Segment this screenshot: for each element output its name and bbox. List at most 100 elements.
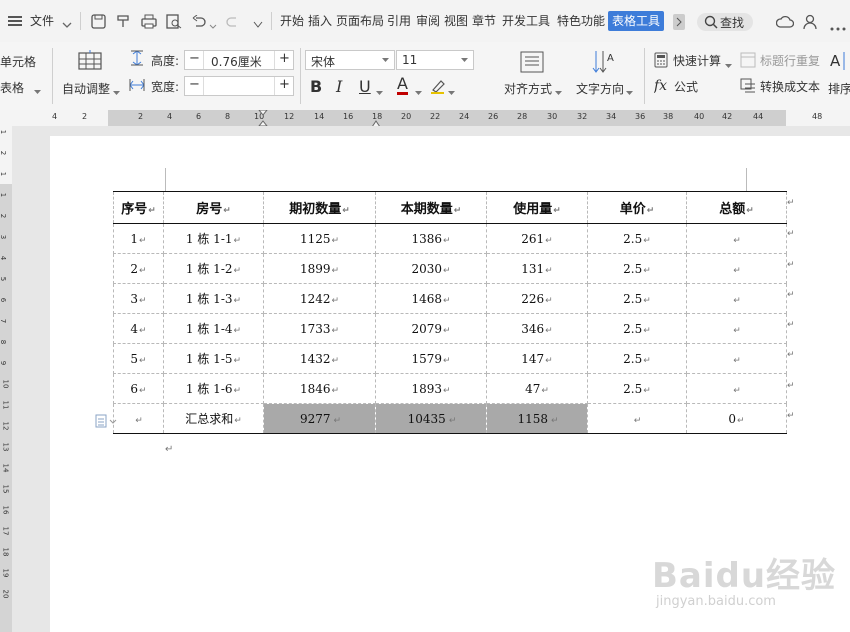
cell-total[interactable]: 0↵ (686, 403, 787, 434)
vertical-ruler[interactable]: 1 2 1 1 2 3 4 5 6 7 8 9 10 11 12 13 14 15 16 17 18 19 20 (0, 126, 12, 632)
increase-height-button[interactable]: + (279, 51, 290, 66)
cell-total[interactable]: ↵ (686, 223, 787, 254)
height-value[interactable]: 0.76厘米 (211, 53, 262, 70)
increase-width-button[interactable]: + (279, 77, 290, 92)
chevron-down-icon[interactable] (725, 58, 732, 72)
cell-unit-price[interactable]: 2.5↵ (587, 373, 687, 404)
align-button[interactable]: 对齐方式 (504, 80, 552, 97)
auto-adjust-button[interactable]: 自动调整 (62, 80, 110, 97)
hamburger-menu-icon[interactable] (8, 15, 22, 27)
horizontal-ruler[interactable]: 4 2 2 4 6 8 10 12 14 16 18 20 22 24 26 28 30 32 34 36 38 40 42… (0, 109, 850, 128)
decrease-width-button[interactable]: − (189, 77, 200, 92)
alignment-icon[interactable] (520, 51, 544, 76)
text-direction-icon[interactable]: A (592, 49, 616, 78)
cell-usage[interactable]: 261↵ (486, 223, 588, 254)
cell-unit-price[interactable]: 2.5↵ (587, 253, 687, 284)
chevron-down-icon[interactable] (555, 85, 562, 99)
bold-button[interactable]: B (310, 77, 322, 96)
cell-unit-price[interactable]: 2.5↵ (587, 343, 687, 374)
cell-button[interactable]: 单元格 (0, 53, 36, 70)
cell-room[interactable]: 1 栋 1-4↵ (163, 313, 264, 344)
convert-to-text-button[interactable]: 转换成文本 (760, 78, 820, 95)
header-cell-index[interactable]: 序号↵ (113, 191, 164, 224)
title-repeat-button[interactable]: 标题行重复 (760, 52, 820, 69)
chevron-down-icon[interactable] (34, 84, 41, 98)
cell-usage[interactable]: 131↵ (486, 253, 588, 284)
height-stepper[interactable]: − 0.76厘米 + (184, 50, 294, 70)
cell-opening-qty[interactable]: 9277 ↵ (263, 403, 376, 434)
quick-calc-button[interactable]: 快速计算 (673, 52, 721, 69)
cell-total[interactable]: ↵ (686, 253, 787, 284)
font-name-select[interactable]: 宋体 (305, 50, 395, 70)
cell-opening-qty[interactable]: 1432↵ (263, 343, 376, 374)
sort-button[interactable]: 排序 (828, 80, 850, 97)
cell-index[interactable]: 6↵ (113, 373, 164, 404)
cell-total[interactable]: ↵ (686, 283, 787, 314)
underline-button[interactable]: U (359, 77, 371, 96)
cell-room[interactable]: 1 栋 1-2↵ (163, 253, 264, 284)
tab-section[interactable]: 章节 (472, 11, 496, 31)
cell-index[interactable]: ↵ (113, 403, 164, 434)
cell-unit-price[interactable]: 2.5↵ (587, 283, 687, 314)
chevron-down-icon[interactable] (448, 85, 455, 99)
save-icon[interactable] (91, 14, 106, 32)
cell-index[interactable]: 5↵ (113, 343, 164, 374)
table-handle-icon[interactable] (95, 414, 117, 431)
chevron-down-icon[interactable] (209, 19, 217, 33)
cell-current-qty[interactable]: 1468↵ (375, 283, 487, 314)
cell-current-qty[interactable]: 1386↵ (375, 223, 487, 254)
more-tabs-icon[interactable] (673, 14, 685, 30)
font-color-button[interactable]: A (397, 76, 408, 95)
cell-room[interactable]: 1 栋 1-1↵ (163, 223, 264, 254)
share-user-icon[interactable] (803, 14, 819, 33)
cell-opening-qty[interactable]: 1242↵ (263, 283, 376, 314)
cell-usage[interactable]: 346↵ (486, 313, 588, 344)
italic-button[interactable]: I (336, 77, 342, 96)
cell-opening-qty[interactable]: 1846↵ (263, 373, 376, 404)
cell-unit-price[interactable]: 2.5↵ (587, 313, 687, 344)
chevron-down-icon[interactable] (62, 18, 72, 32)
cell-total[interactable]: ↵ (686, 373, 787, 404)
cell-index[interactable]: 3↵ (113, 283, 164, 314)
sort-icon[interactable]: A (830, 50, 850, 77)
redo-icon[interactable] (226, 15, 240, 31)
cell-opening-qty[interactable]: 1125↵ (263, 223, 376, 254)
cloud-sync-icon[interactable] (775, 15, 795, 32)
search-box[interactable]: 查找 (697, 13, 753, 31)
header-cell-unit-price[interactable]: 单价↵ (587, 191, 687, 224)
chevron-down-icon[interactable] (376, 85, 383, 99)
cell-current-qty[interactable]: 1579↵ (375, 343, 487, 374)
header-cell-total[interactable]: 总额↵ (686, 191, 787, 224)
cell-room[interactable]: 1 栋 1-6↵ (163, 373, 264, 404)
auto-adjust-icon[interactable] (78, 50, 102, 75)
cell-usage[interactable]: 47↵ (486, 373, 588, 404)
more-options-icon[interactable] (830, 20, 846, 34)
cell-current-qty[interactable]: 10435 ↵ (375, 403, 487, 434)
convert-to-text-icon[interactable] (740, 78, 756, 97)
decrease-height-button[interactable]: − (189, 51, 200, 66)
cell-unit-price[interactable]: ↵ (587, 403, 687, 434)
title-repeat-icon[interactable] (740, 52, 756, 71)
tab-developer[interactable]: 开发工具 (502, 11, 550, 31)
header-cell-room[interactable]: 房号↵ (163, 191, 264, 224)
cell-room[interactable]: 1 栋 1-5↵ (163, 343, 264, 374)
cell-total[interactable]: ↵ (686, 343, 787, 374)
font-size-select[interactable]: 11 (396, 50, 474, 70)
formula-icon[interactable]: fx (653, 77, 672, 96)
cell-room[interactable]: 1 栋 1-3↵ (163, 283, 264, 314)
cell-unit-price[interactable]: 2.5↵ (587, 223, 687, 254)
cell-index[interactable]: 1↵ (113, 223, 164, 254)
cell-current-qty[interactable]: 2030↵ (375, 253, 487, 284)
cell-index[interactable]: 4↵ (113, 313, 164, 344)
tab-review[interactable]: 审阅 (416, 11, 440, 31)
cell-opening-qty[interactable]: 1899↵ (263, 253, 376, 284)
tab-view[interactable]: 视图 (444, 11, 468, 31)
cell-total[interactable]: ↵ (686, 313, 787, 344)
undo-icon[interactable] (192, 14, 206, 31)
file-menu[interactable]: 文件 (30, 11, 54, 31)
data-table[interactable]: 序号↵ 房号↵ 期初数量↵ 本期数量↵ 使用量↵ 单价↵ 总额↵ 1↵ 1 栋 1… (113, 191, 787, 434)
tab-references[interactable]: 引用 (387, 11, 411, 31)
formula-button[interactable]: 公式 (674, 78, 698, 95)
text-direction-button[interactable]: 文字方向 (576, 80, 624, 97)
chevron-down-icon[interactable] (113, 85, 120, 99)
